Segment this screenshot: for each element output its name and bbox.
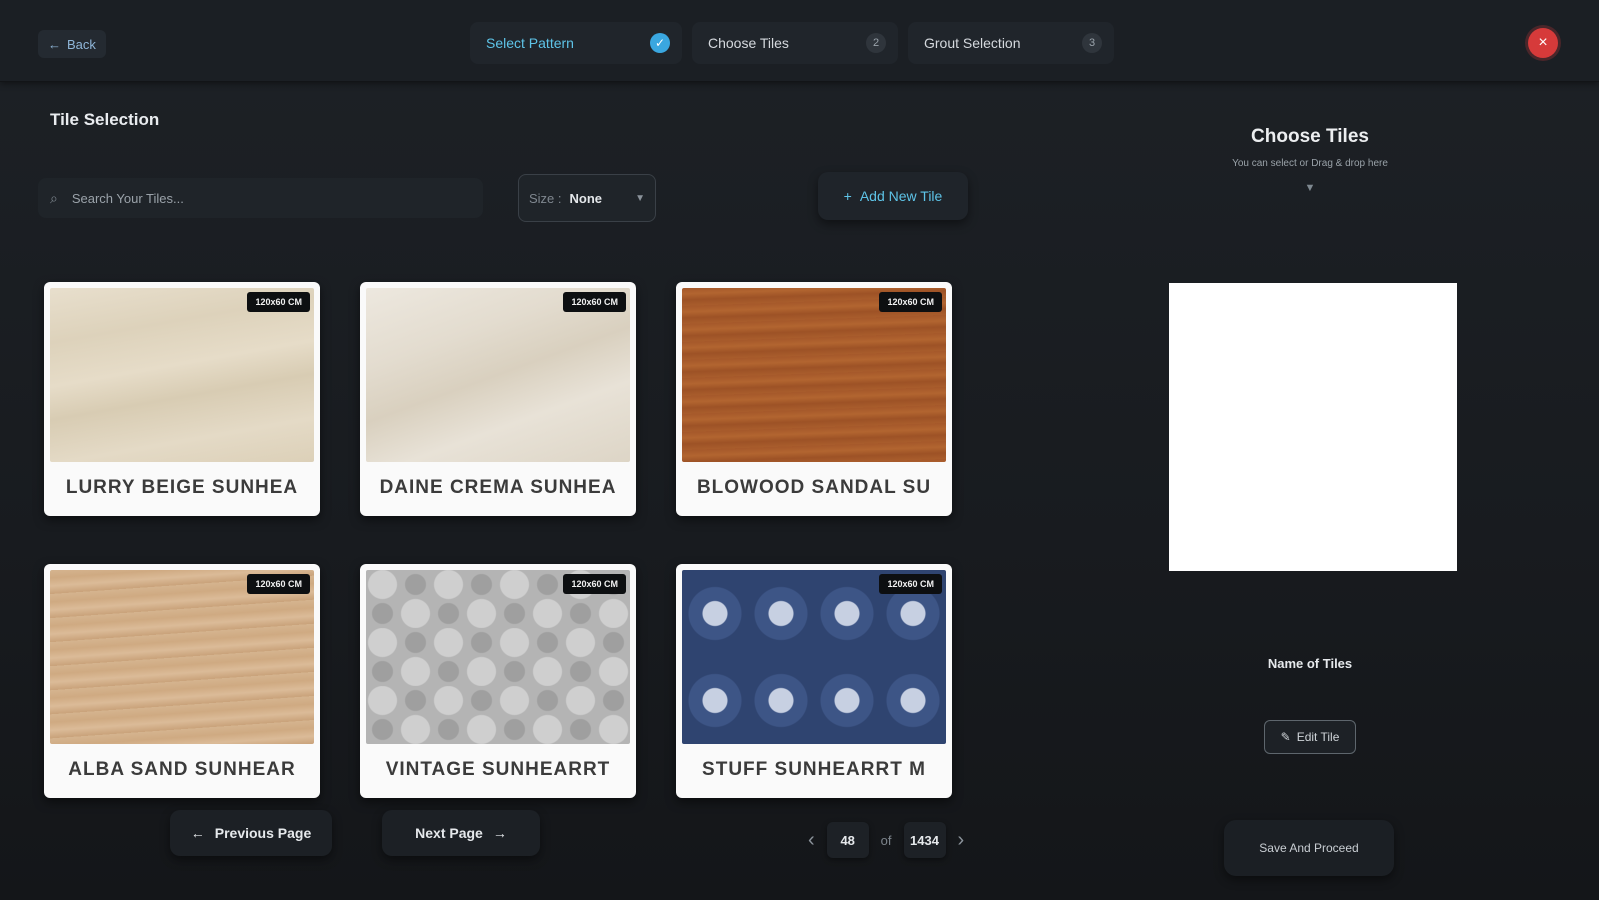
step-label: Select Pattern <box>486 35 574 51</box>
back-button-label: Back <box>67 36 96 52</box>
choose-tiles-subtitle: You can select or Drag & drop here <box>1232 158 1388 169</box>
tile-name: STUFF SUNHEARRT M <box>702 759 926 780</box>
page-navigator: ‹ 48 of 1434 › <box>808 822 964 858</box>
chevron-left-icon[interactable]: ‹ <box>808 829 815 852</box>
arrow-left-icon: ← <box>190 825 205 841</box>
edit-tile-button[interactable]: ✎ Edit Tile <box>1264 720 1356 754</box>
arrow-left-icon: ← <box>48 36 61 52</box>
tile-size-badge: 120x60 CM <box>247 574 310 594</box>
step-label: Grout Selection <box>924 35 1021 51</box>
choose-tiles-title: Choose Tiles <box>1251 126 1369 147</box>
drop-arrow-icon: ▼ <box>1304 182 1316 194</box>
search-bar: ⌕ <box>38 178 483 218</box>
step-label: Choose Tiles <box>708 35 789 51</box>
previous-page-label: Previous Page <box>214 825 312 841</box>
previous-page-button[interactable]: ← Previous Page <box>170 810 332 856</box>
plus-icon: + <box>843 188 852 204</box>
search-icon: ⌕ <box>50 189 58 206</box>
tile-card[interactable]: 120x60 CM STUFF SUNHEARRT M <box>676 564 952 798</box>
tile-image <box>366 288 630 462</box>
tile-image <box>50 288 314 462</box>
tile-name: BLOWOOD SANDAL SU <box>696 477 932 498</box>
pencil-icon: ✎ <box>1280 730 1291 744</box>
tile-image <box>366 570 630 744</box>
tile-card[interactable]: 120x60 CM LURRY BEIGE SUNHEA <box>44 282 320 516</box>
stepper: Select Pattern ✓ Choose Tiles 2 Grout Se… <box>470 22 1114 64</box>
step-number-badge: 3 <box>1082 33 1102 53</box>
page-of-label: of <box>880 832 892 848</box>
size-filter-value: None <box>569 190 603 206</box>
total-pages: 1434 <box>903 822 946 858</box>
save-and-proceed-button[interactable]: Save And Proceed <box>1224 820 1394 876</box>
search-input[interactable] <box>71 190 432 206</box>
chevron-down-icon: ▼ <box>635 192 645 204</box>
check-icon: ✓ <box>650 33 670 53</box>
tile-card[interactable]: 120x60 CM BLOWOOD SANDAL SU <box>676 282 952 516</box>
tile-size-badge: 120x60 CM <box>879 574 942 594</box>
tile-name: DAINE CREMA SUNHEA <box>379 477 617 498</box>
next-page-label: Next Page <box>415 825 483 841</box>
tile-card[interactable]: 120x60 CM ALBA SAND SUNHEAR <box>44 564 320 798</box>
current-page-input[interactable]: 48 <box>826 822 869 858</box>
tile-size-badge: 120x60 CM <box>563 292 626 312</box>
page-title: Tile Selection <box>50 110 160 129</box>
tile-card[interactable]: 120x60 CM DAINE CREMA SUNHEA <box>360 282 636 516</box>
tile-image <box>50 570 314 744</box>
top-bar: ← Back Select Pattern ✓ Choose Tiles 2 G… <box>0 0 1599 82</box>
close-icon: × <box>1538 34 1548 51</box>
step-choose-tiles[interactable]: Choose Tiles 2 <box>692 22 898 64</box>
tile-image <box>682 570 946 744</box>
chevron-right-icon[interactable]: › <box>958 829 965 852</box>
tile-image <box>682 288 946 462</box>
add-new-tile-label: Add New Tile <box>859 188 943 204</box>
step-grout-selection[interactable]: Grout Selection 3 <box>908 22 1114 64</box>
tile-size-badge: 120x60 CM <box>563 574 626 594</box>
save-and-proceed-label: Save And Proceed <box>1259 841 1359 855</box>
tile-name-label: Name of Tiles <box>1267 656 1353 671</box>
tile-name: VINTAGE SUNHEARRT <box>385 759 611 780</box>
tile-name: ALBA SAND SUNHEAR <box>68 759 296 780</box>
size-filter-select[interactable]: Size : None ▼ <box>518 174 656 222</box>
tile-size-badge: 120x60 CM <box>247 292 310 312</box>
tile-card[interactable]: 120x60 CM VINTAGE SUNHEARRT <box>360 564 636 798</box>
size-filter-label: Size : <box>529 190 562 206</box>
next-page-button[interactable]: Next Page → <box>382 810 540 856</box>
tile-name: LURRY BEIGE SUNHEA <box>65 477 299 498</box>
step-select-pattern[interactable]: Select Pattern ✓ <box>470 22 682 64</box>
tile-size-badge: 120x60 CM <box>879 292 942 312</box>
arrow-right-icon: → <box>492 825 507 841</box>
tile-preview-dropzone[interactable] <box>1169 283 1457 571</box>
add-new-tile-button[interactable]: + Add New Tile <box>818 172 968 220</box>
back-button[interactable]: ← Back <box>38 30 106 58</box>
step-number-badge: 2 <box>866 33 886 53</box>
edit-tile-label: Edit Tile <box>1296 730 1340 744</box>
close-button[interactable]: × <box>1528 28 1558 58</box>
